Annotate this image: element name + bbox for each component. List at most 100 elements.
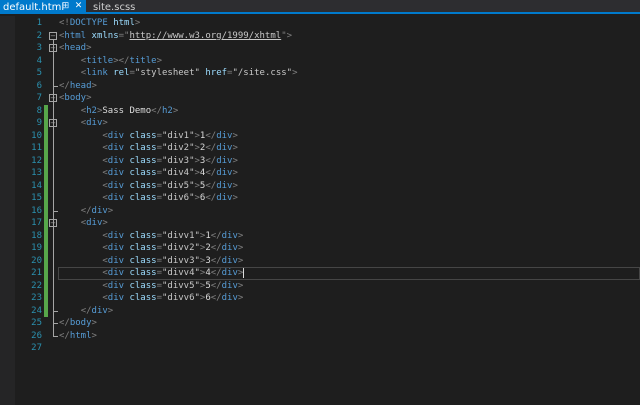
code-text: <div class="divv2">2</div> <box>59 242 243 255</box>
code-token: div <box>107 130 125 141</box>
code-token: div <box>107 255 125 266</box>
line-number: 3 <box>36 43 42 53</box>
code-token: http://www.w3.org/1999/xhtml <box>129 30 282 41</box>
code-line[interactable]: 3−<head> <box>0 42 640 55</box>
code-line[interactable]: 24 </div> <box>0 304 640 318</box>
code-token: title <box>86 55 114 66</box>
code-token: class <box>129 180 157 191</box>
code-token: > <box>286 30 293 41</box>
code-line[interactable]: 2− <html xmlns="http://www.w3.org/1999/xh… <box>0 30 640 43</box>
line-number: 18 <box>31 230 42 241</box>
code-token: "div4" <box>161 168 195 178</box>
code-line[interactable]: 5 <link rel="stylesheet" href="/site.css… <box>0 67 640 80</box>
code-token: > <box>232 193 238 203</box>
code-line[interactable]: 6 </head> <box>0 80 640 93</box>
tab-default-html[interactable]: default.html ⊞ ✕ <box>0 0 86 14</box>
code-token: div <box>91 205 108 216</box>
code-line[interactable]: 1 <!DOCTYPE html> <box>0 17 640 30</box>
code-token: > <box>232 168 238 178</box>
code-line[interactable]: 20 <div class="divv3">3</div> <box>0 254 640 267</box>
code-token: div <box>221 243 238 253</box>
code-text: </div> <box>59 305 114 318</box>
line-number: 24 <box>31 305 42 316</box>
fold-toggle-icon[interactable]: − <box>49 31 57 40</box>
tab-site-scss[interactable]: site.scss <box>90 0 150 14</box>
code-token: </ <box>210 293 222 303</box>
code-line[interactable]: 19 <div class="divv2">2</div> <box>0 242 640 255</box>
code-text: <div> <box>59 217 108 230</box>
code-token: div <box>107 193 125 203</box>
code-token: DOCTYPE <box>69 18 108 28</box>
code-token: "div1" <box>161 130 195 141</box>
code-text: <div class="div3">3</div> <box>59 155 238 168</box>
code-token: > <box>107 205 114 216</box>
code-token: > <box>237 255 244 266</box>
line-number: 12 <box>31 155 42 166</box>
code-token: div <box>221 255 238 266</box>
fold-guide-end <box>52 335 58 337</box>
code-line[interactable]: 12 <div class="div3">3</div> <box>0 154 640 168</box>
code-line[interactable]: 14 <div class="div5">5</div> <box>0 179 640 192</box>
code-token: > <box>91 80 97 91</box>
line-number: 23 <box>31 293 42 303</box>
code-token: "divv5" <box>161 280 200 291</box>
code-token: "div3" <box>161 155 195 166</box>
code-token: div <box>216 193 233 203</box>
code-token: > <box>86 93 92 103</box>
code-line[interactable]: 9− <div> <box>0 117 640 130</box>
code-line[interactable]: 13 <div class="div4">4</div> <box>0 167 640 180</box>
code-token: </ <box>80 305 92 316</box>
code-line[interactable]: 18 <div class="divv1">1</div> <box>0 229 640 243</box>
code-line[interactable]: 8 <h2>Sass Demo</h2> <box>0 104 640 117</box>
code-token: </ <box>80 205 92 216</box>
code-line[interactable]: 4 <title></title> <box>0 55 640 68</box>
code-line[interactable]: 26 </html> <box>0 330 640 343</box>
code-line[interactable]: 17− <div> <box>0 217 640 230</box>
code-text: <title></title> <box>59 55 162 68</box>
code-token: "div5" <box>161 180 195 191</box>
code-line[interactable]: 7−<body> <box>0 92 640 105</box>
change-marker <box>44 279 48 292</box>
code-token: > <box>237 243 244 253</box>
line-number: 8 <box>36 105 42 116</box>
close-icon[interactable]: ✕ <box>73 1 84 12</box>
code-line[interactable]: 11 <div class="div2">2</div> <box>0 142 640 155</box>
line-number: 20 <box>31 255 42 266</box>
code-text: <div class="divv1">1</div> <box>59 230 243 243</box>
code-text: <div class="divv6">6</div> <box>59 292 243 305</box>
code-token: </ <box>205 193 217 203</box>
tab-label: default.html <box>3 1 65 13</box>
code-text: <div class="divv5">5</div> <box>59 280 243 293</box>
code-token: div <box>86 118 103 128</box>
code-line[interactable]: 15 <div class="div6">6</div> <box>0 192 640 205</box>
change-marker <box>44 117 48 130</box>
code-line[interactable]: 16 </div> <box>0 204 640 217</box>
code-line[interactable]: 27 <box>0 342 640 355</box>
code-line[interactable]: 23 <div class="divv6">6</div> <box>0 292 640 305</box>
code-token: class <box>129 268 157 278</box>
code-token: Sass Demo <box>102 105 152 116</box>
code-line[interactable]: 25 </body> <box>0 317 640 330</box>
code-line[interactable]: 21 <div class="divv4">4</div> <box>0 267 640 280</box>
code-text: </head> <box>59 80 97 93</box>
code-token: > <box>237 293 244 303</box>
code-token: html <box>69 330 92 341</box>
code-line[interactable]: 22 <div class="divv5">5</div> <box>0 279 640 293</box>
line-number: 16 <box>31 205 42 216</box>
code-token: > <box>86 43 92 53</box>
code-token: div <box>86 218 103 228</box>
code-text: <div class="div2">2</div> <box>59 142 238 155</box>
code-token: h2 <box>162 105 173 116</box>
pin-icon[interactable]: ⊞ <box>60 1 71 12</box>
code-token: > <box>237 280 244 291</box>
code-token: "divv1" <box>161 230 200 241</box>
code-token: "divv6" <box>161 293 200 303</box>
code-line[interactable]: 10 <div class="div1">1</div> <box>0 129 640 142</box>
code-editor[interactable]: 1 <!DOCTYPE html> 2− <html xmlns="http://ww… <box>0 16 640 405</box>
code-token: > <box>102 218 108 228</box>
